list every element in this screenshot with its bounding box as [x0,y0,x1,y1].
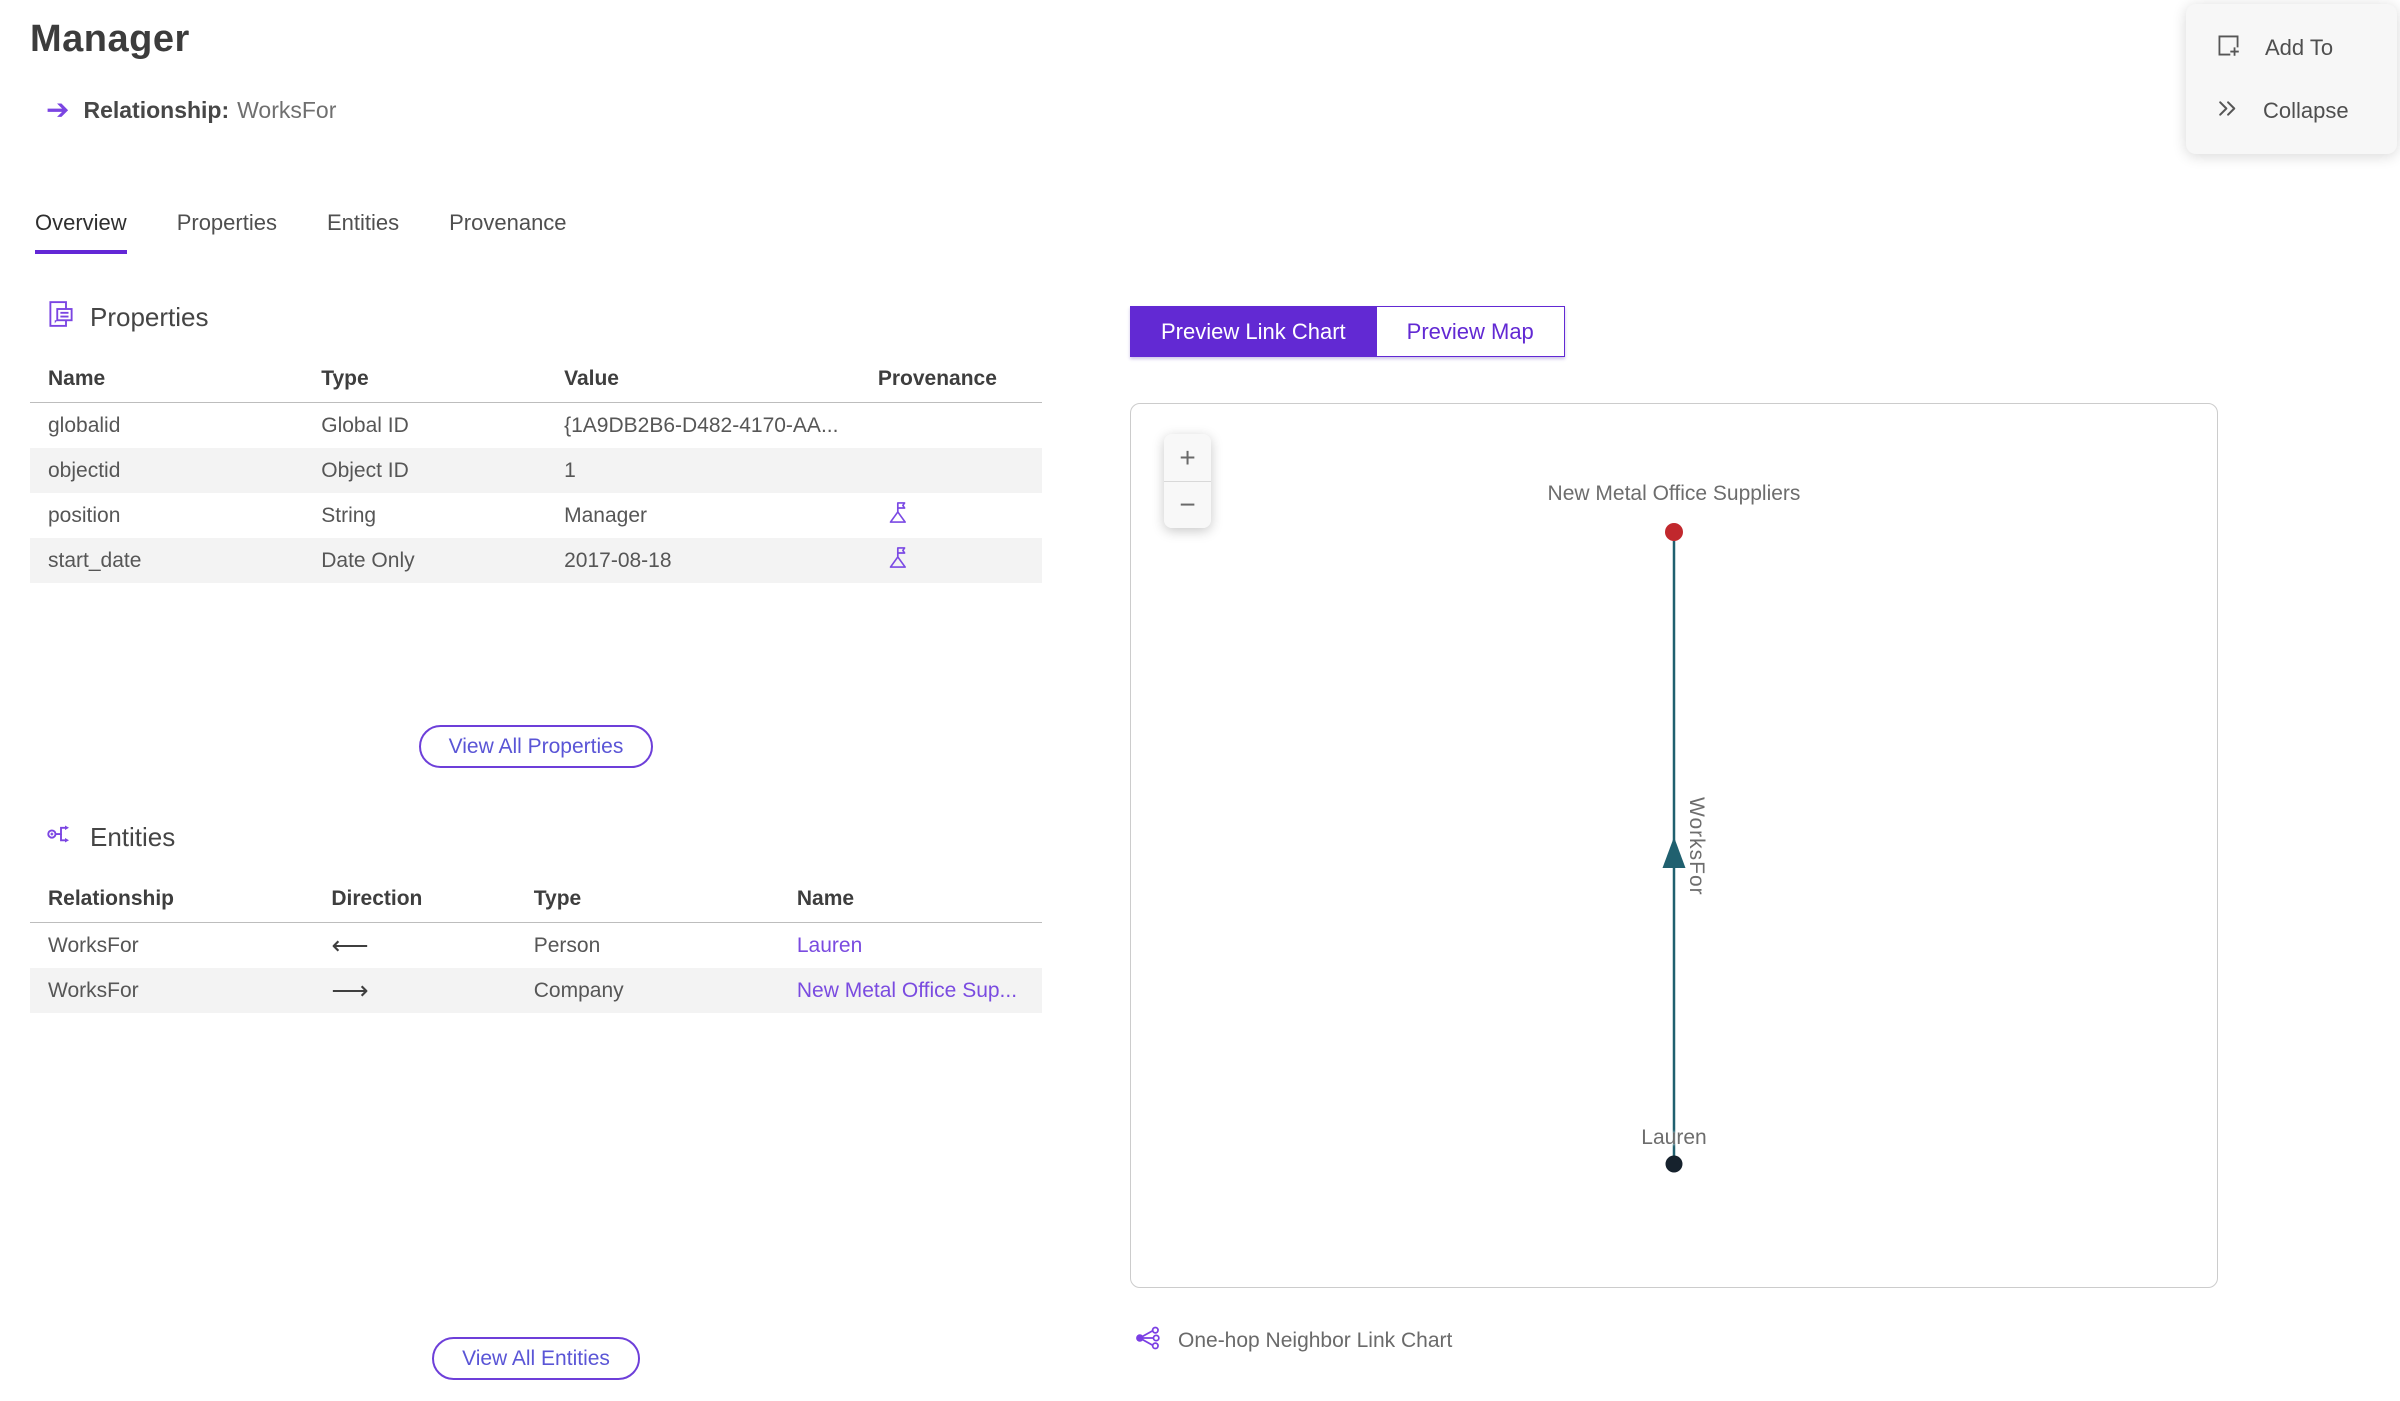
relationship-label: Relationship: [83,96,230,123]
relationship-value: WorksFor [237,96,337,123]
provenance-flag-icon[interactable] [886,547,913,576]
entity-name-link[interactable]: Lauren [779,923,1042,969]
prop-value: {1A9DB2B6-D482-4170-AA... [564,413,839,437]
node-label-person: Lauren [1641,1126,1707,1149]
zoom-control: + − [1164,434,1211,528]
entities-table: Relationship Direction Type Name WorksFo… [30,876,1042,1013]
col-provenance: Provenance [859,356,1042,403]
add-to-label: Add To [2265,35,2334,60]
prop-name: globalid [48,413,121,437]
entities-section-heading: Entities [46,820,1042,854]
col-relationship: Relationship [30,876,314,923]
table-row: WorksFor ⟵ Person Lauren [30,923,1042,969]
relationship-detail-page: Manager ➔ Relationship: WorksFor Add To [0,0,2400,1401]
prop-provenance [860,403,1042,449]
prop-value: 1 [546,448,860,493]
properties-heading-label: Properties [90,301,209,332]
col-type: Type [515,876,779,923]
prop-provenance [859,538,1042,583]
preview-toggle: Preview Link Chart Preview Map [1130,306,1565,357]
view-all-properties-button[interactable]: View All Properties [418,725,654,768]
prop-value: 2017-08-18 [546,538,860,583]
properties-header-row: Name Type Value Provenance [30,356,1042,403]
relationship-subtitle: ➔ Relationship: WorksFor [46,96,336,124]
prop-type: Global ID [321,413,409,437]
overview-left-column: Properties Name Type Value Provenance gl… [30,300,1042,1380]
relationship-arrow-icon: ➔ [46,94,70,125]
col-value: Value [546,356,860,403]
edge-arrowhead-icon [1662,837,1686,868]
preview-map-button[interactable]: Preview Map [1376,306,1565,357]
entity-relationship: WorksFor [48,933,139,957]
direction-arrow-right-icon: ⟶ [313,968,516,1013]
add-to-icon [2214,31,2243,66]
tab-overview[interactable]: Overview [35,210,127,254]
entities-header-row: Relationship Direction Type Name [30,876,1042,923]
entity-name-link[interactable]: New Metal Office Sup... [778,968,1042,1013]
link-chart-canvas[interactable]: + − New Metal Office Suppliers WorksFor … [1130,403,2218,1288]
prop-type: Date Only [303,538,547,583]
entities-icon [46,819,76,856]
person-node-dot[interactable] [1665,1155,1683,1173]
panel-actions-card: Add To Collapse [2186,4,2397,154]
table-row: WorksFor ⟶ Company New Metal Office Sup.… [30,968,1042,1013]
properties-icon [46,299,76,336]
chart-footer-label: One-hop Neighbor Link Chart [1178,1329,1453,1352]
link-chart-graph [1662,523,1686,1173]
chart-footer: One-hop Neighbor Link Chart [1134,1324,2218,1358]
detail-tabs: Overview Properties Entities Provenance [35,210,567,254]
table-row: start_date Date Only 2017-08-18 [30,538,1042,583]
entity-type: Person [533,933,601,957]
prop-value: Manager [564,503,647,527]
collapse-label: Collapse [2263,98,2349,123]
tab-provenance[interactable]: Provenance [449,210,566,254]
collapse-chevrons-icon [2214,95,2241,128]
properties-section-heading: Properties [46,300,1042,334]
table-row: objectid Object ID 1 [30,448,1042,493]
tab-properties[interactable]: Properties [177,210,277,254]
one-hop-link-chart-icon [1134,1324,1162,1358]
tab-entities[interactable]: Entities [327,210,399,254]
prop-type: String [321,503,377,527]
prop-provenance [860,493,1042,538]
add-to-button[interactable]: Add To [2186,31,2397,66]
collapse-button[interactable]: Collapse [2186,95,2397,128]
view-all-entities-button[interactable]: View All Entities [432,1337,640,1380]
col-name: Name [30,356,304,403]
zoom-in-button[interactable]: + [1164,434,1211,481]
provenance-flag-icon[interactable] [886,502,913,531]
preview-panel: Preview Link Chart Preview Map + − New M… [1130,306,2218,1358]
properties-table: Name Type Value Provenance globalid Glob… [30,356,1042,583]
prop-name: objectid [30,448,304,493]
col-direction: Direction [313,876,516,923]
prop-type: Object ID [303,448,547,493]
edge-label-worksfor: WorksFor [1685,797,1708,896]
col-type: Type [303,356,547,403]
prop-provenance [859,448,1042,493]
entities-heading-label: Entities [90,821,176,852]
col-name: Name [778,876,1042,923]
entity-relationship: WorksFor [30,968,314,1013]
node-label-company: New Metal Office Suppliers [1547,482,1801,505]
prop-name: position [48,503,121,527]
prop-name: start_date [30,538,304,583]
entity-type: Company [515,968,779,1013]
direction-arrow-left-icon: ⟵ [331,930,369,960]
company-node-dot[interactable] [1665,523,1683,541]
page-title: Manager [30,18,190,60]
table-row: globalid Global ID {1A9DB2B6-D482-4170-A… [30,403,1042,449]
zoom-out-button[interactable]: − [1164,481,1211,528]
table-row: position String Manager [30,493,1042,538]
preview-link-chart-button[interactable]: Preview Link Chart [1130,306,1377,357]
